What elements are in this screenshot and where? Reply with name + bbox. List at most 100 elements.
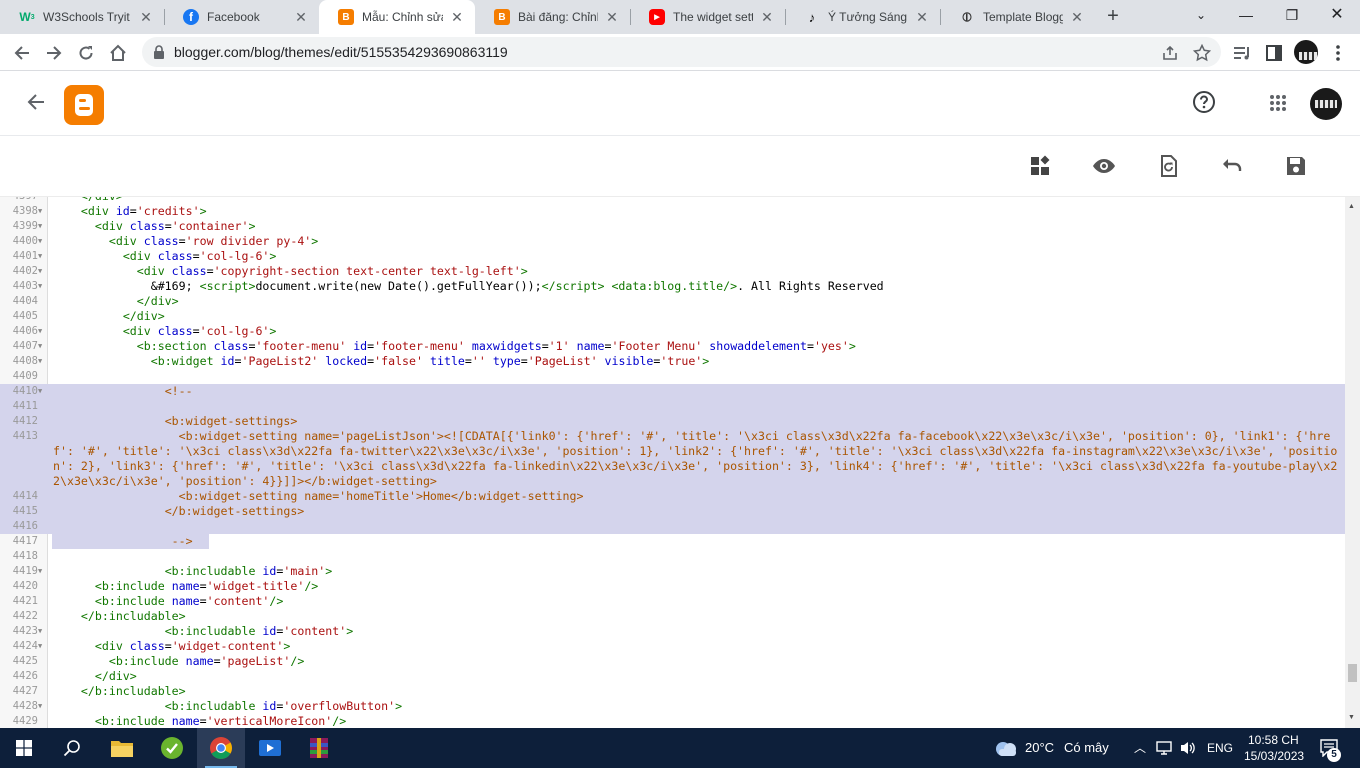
side-panel-icon[interactable] [1260, 39, 1288, 67]
blogger-logo-icon[interactable] [64, 85, 104, 125]
app-green-icon[interactable] [148, 728, 196, 768]
browser-menu-icon[interactable] [1324, 39, 1352, 67]
fold-arrow-icon[interactable]: ▼ [38, 639, 46, 654]
code-line[interactable]: 4418 [0, 549, 1345, 564]
video-editor-icon[interactable] [246, 728, 294, 768]
code-text[interactable]: </b:includable> [53, 684, 186, 699]
close-window-icon[interactable]: ✕ [1314, 0, 1360, 34]
code-text[interactable]: <b:widget-setting name='pageListJson'><!… [53, 429, 1339, 489]
tab-close-icon[interactable]: ✕ [449, 9, 465, 26]
scroll-down-icon[interactable]: ▼ [1348, 714, 1355, 721]
code-line[interactable]: 4412 <b:widget-settings> [0, 414, 1345, 429]
code-line[interactable]: 4417 --> [0, 534, 1345, 549]
code-text[interactable]: </div> [53, 669, 137, 684]
volume-icon[interactable] [1180, 740, 1196, 759]
weather-cloud-icon[interactable] [990, 728, 1022, 768]
fold-arrow-icon[interactable]: ▼ [38, 339, 46, 354]
code-text[interactable]: <div class='col-lg-6'> [53, 324, 277, 339]
code-line[interactable]: 4423 ▼ <b:includable id='content'> [0, 624, 1345, 639]
tab-search-icon[interactable]: ⌄ [1178, 0, 1224, 34]
fold-arrow-icon[interactable]: ▼ [38, 264, 46, 279]
reload-icon[interactable] [72, 39, 100, 67]
code-line[interactable]: 4422 </b:includable> [0, 609, 1345, 624]
code-lines[interactable]: 4397 </div> 4398 ▼ <div id='credits'> 4399 ▼… [0, 197, 1345, 728]
tab-template-blogger[interactable]: ⦶ Template Blogge ✕ [940, 0, 1095, 34]
share-icon[interactable] [1161, 44, 1179, 62]
apps-grid-icon[interactable] [1264, 89, 1292, 117]
fold-arrow-icon[interactable]: ▼ [38, 279, 46, 294]
tab-tiktok[interactable]: ♪ Ý Tưởng Sáng Tạ ✕ [785, 0, 940, 34]
code-line[interactable]: 4409 [0, 369, 1345, 384]
code-line[interactable]: 4402 ▼ <div class='copyright-section text… [0, 264, 1345, 279]
code-line[interactable]: 4425 <b:include name='pageList'/> [0, 654, 1345, 669]
code-text[interactable]: <b:include name='content'/> [53, 594, 284, 609]
input-language[interactable]: ENG [1207, 741, 1233, 755]
editor-scrollbar[interactable]: ▲ ▼ [1345, 197, 1360, 728]
code-line[interactable]: 4414 <b:widget-setting name='homeTitle'>… [0, 489, 1345, 504]
fold-arrow-icon[interactable]: ▼ [38, 699, 46, 714]
code-text[interactable]: <b:include name='widget-title'/> [53, 579, 318, 594]
code-text[interactable]: <b:include name='pageList'/> [53, 654, 304, 669]
tab-theme-editor[interactable]: B Mẫu: Chỉnh sửa n ✕ [319, 0, 475, 34]
back-arrow-icon[interactable] [22, 88, 50, 116]
fold-arrow-icon[interactable]: ▼ [38, 219, 46, 234]
code-line[interactable]: 4416 [0, 519, 1345, 534]
code-line[interactable]: 4403 ▼ &#169; <script>document.write(new … [0, 279, 1345, 294]
code-line[interactable]: 4420 <b:include name='widget-title'/> [0, 579, 1345, 594]
tab-close-icon[interactable]: ✕ [759, 9, 775, 26]
restore-icon[interactable]: ❐ [1269, 0, 1315, 34]
code-line[interactable]: 4397 </div> [0, 197, 1345, 204]
tab-facebook[interactable]: f Facebook ✕ [164, 0, 319, 34]
code-text[interactable]: <!-- [53, 384, 193, 399]
tab-post-editor[interactable]: B Bài đăng: Chỉnh s ✕ [475, 0, 630, 34]
code-text[interactable]: <div id='credits'> [53, 204, 207, 219]
code-text[interactable]: <div class='row divider py-4'> [53, 234, 318, 249]
code-line[interactable]: 4400 ▼ <div class='row divider py-4'> [0, 234, 1345, 249]
fold-arrow-icon[interactable]: ▼ [38, 384, 46, 399]
weather-condition[interactable]: Có mây [1064, 740, 1109, 755]
tab-close-icon[interactable]: ✕ [138, 9, 154, 26]
account-avatar[interactable] [1310, 88, 1342, 120]
code-text[interactable]: <div class='container'> [53, 219, 256, 234]
code-line[interactable]: 4413 <b:widget-setting name='pageListJso… [0, 429, 1345, 489]
minimize-icon[interactable]: — [1223, 0, 1269, 34]
code-line[interactable]: 4427 </b:includable> [0, 684, 1345, 699]
file-explorer-icon[interactable] [98, 728, 146, 768]
code-line[interactable]: 4429 <b:include name='verticalMoreIcon'/… [0, 714, 1345, 728]
search-icon[interactable] [48, 728, 96, 768]
tab-close-icon[interactable]: ✕ [914, 9, 930, 26]
jump-to-widget-icon[interactable] [1028, 154, 1052, 178]
help-icon[interactable] [1190, 88, 1218, 116]
code-text[interactable]: </b:includable> [53, 609, 186, 624]
code-line[interactable]: 4411 [0, 399, 1345, 414]
tab-close-icon[interactable]: ✕ [293, 9, 309, 26]
code-text[interactable]: </div> [53, 309, 165, 324]
code-text[interactable]: <b:widget id='PageList2' locked='false' … [53, 354, 710, 369]
code-line[interactable]: 4424 ▼ <div class='widget-content'> [0, 639, 1345, 654]
code-text[interactable]: &#169; <script>document.write(new Date()… [53, 279, 884, 294]
new-tab-icon[interactable]: + [1101, 5, 1125, 29]
fold-arrow-icon[interactable]: ▼ [38, 624, 46, 639]
code-text[interactable]: <div class='widget-content'> [53, 639, 290, 654]
fold-arrow-icon[interactable]: ▼ [38, 354, 46, 369]
bookmark-star-icon[interactable] [1192, 43, 1212, 62]
save-icon[interactable] [1284, 154, 1308, 178]
code-text[interactable]: </div> [53, 197, 123, 204]
code-text[interactable]: <b:include name='verticalMoreIcon'/> [53, 714, 346, 728]
fold-arrow-icon[interactable]: ▼ [38, 204, 46, 219]
address-bar[interactable]: blogger.com/blog/themes/edit/51553542936… [142, 37, 1221, 67]
undo-icon[interactable] [1220, 154, 1244, 178]
forward-icon[interactable] [40, 39, 68, 67]
code-text[interactable]: --> [53, 534, 193, 549]
code-text[interactable]: </div> [53, 294, 179, 309]
code-text[interactable]: <b:includable id='main'> [53, 564, 333, 579]
code-line[interactable]: 4421 <b:include name='content'/> [0, 594, 1345, 609]
fold-arrow-icon[interactable]: ▼ [38, 324, 46, 339]
code-line[interactable]: 4408 ▼ <b:widget id='PageList2' locked='f… [0, 354, 1345, 369]
code-text[interactable]: <b:includable id='content'> [53, 624, 354, 639]
code-line[interactable]: 4399 ▼ <div class='container'> [0, 219, 1345, 234]
code-text[interactable]: </b:widget-settings> [53, 504, 305, 519]
home-icon[interactable] [104, 39, 132, 67]
code-line[interactable]: 4428 ▼ <b:includable id='overflowButton'> [0, 699, 1345, 714]
chrome-icon[interactable] [197, 728, 245, 768]
